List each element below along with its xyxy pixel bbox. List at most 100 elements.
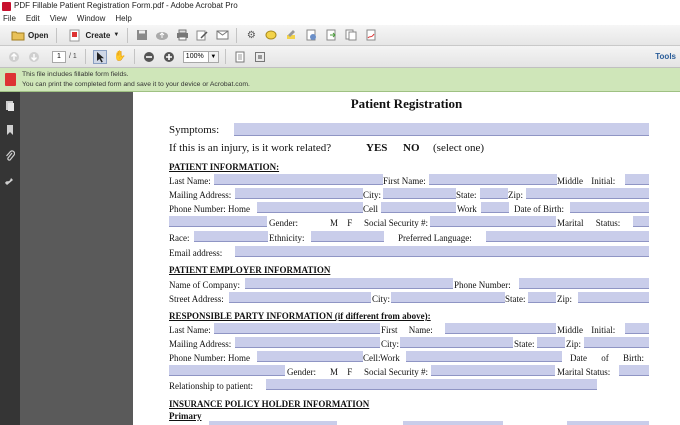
zoom-dropdown-chevron-icon[interactable]: ▼: [208, 50, 219, 63]
chevron-down-icon: ▼: [113, 32, 120, 38]
work-related-question: If this is an injury, is it work related…: [169, 142, 332, 154]
email-field[interactable]: [235, 246, 649, 257]
work-label: Work: [457, 204, 477, 214]
last-name-label: Last Name:: [169, 176, 211, 186]
zoom-in-icon[interactable]: [162, 50, 176, 64]
attachments-icon[interactable]: [4, 150, 16, 162]
date-of-birth-field[interactable]: [570, 202, 649, 213]
state-field[interactable]: [480, 188, 508, 199]
sign-icon[interactable]: [364, 28, 378, 42]
responsible-city-field[interactable]: [400, 337, 513, 348]
email-icon[interactable]: [215, 28, 229, 42]
race-field[interactable]: [194, 231, 268, 242]
cloud-upload-icon[interactable]: [155, 28, 169, 42]
employer-phone-field[interactable]: [519, 278, 649, 289]
responsible-dob-field[interactable]: [169, 365, 285, 376]
yes-option[interactable]: YES: [366, 143, 387, 154]
zip-field[interactable]: [526, 188, 649, 199]
gender-options[interactable]: M F: [330, 218, 352, 229]
gear-icon[interactable]: ⚙: [244, 28, 258, 42]
signatures-icon[interactable]: [4, 174, 16, 186]
open-button[interactable]: Open: [4, 27, 52, 44]
create-button[interactable]: Create ▼: [61, 27, 123, 44]
patient-extra-field[interactable]: [169, 216, 267, 227]
employer-city-field[interactable]: [391, 292, 505, 303]
first-name-field[interactable]: [429, 174, 557, 185]
relationship-field[interactable]: [266, 379, 597, 390]
cell-field[interactable]: [381, 202, 456, 213]
ssn-label: Social Security #:: [364, 218, 428, 228]
gender-label: Gender:: [269, 218, 298, 228]
symptoms-label: Symptoms:: [169, 124, 220, 136]
ssn-field[interactable]: [430, 216, 556, 227]
full-screen-icon[interactable]: [253, 50, 267, 64]
mailing-address-field[interactable]: [235, 188, 363, 199]
tools-link[interactable]: Tools: [655, 52, 676, 61]
responsible-last-name-field[interactable]: [214, 323, 380, 334]
main-toolbar: Open Create ▼ ⚙: [0, 25, 680, 46]
notice-line-2: You can print the completed form and sav…: [22, 81, 250, 88]
symptoms-field[interactable]: [234, 123, 649, 136]
preferred-language-field[interactable]: [486, 231, 649, 242]
marital-status-field[interactable]: [633, 216, 649, 227]
responsible-gender-label: Gender:: [287, 367, 316, 377]
company-name-field[interactable]: [245, 278, 453, 289]
highlight-icon[interactable]: [284, 28, 298, 42]
ethnicity-field[interactable]: [311, 231, 384, 242]
previous-page-icon[interactable]: [7, 50, 21, 64]
street-address-field[interactable]: [229, 292, 371, 303]
toolbar-separator: [224, 49, 226, 64]
notice-line-1: This file includes fillable form fields.: [22, 71, 129, 78]
combine-icon[interactable]: [344, 28, 358, 42]
responsible-ssn-field[interactable]: [431, 365, 555, 376]
responsible-phone-home-field[interactable]: [257, 351, 363, 362]
next-page-icon[interactable]: [27, 50, 41, 64]
navigation-toolbar: 1 / 1 ✋ 100% ▼ Tools: [0, 46, 680, 68]
page-number-input[interactable]: 1: [52, 50, 66, 63]
toolbar-separator: [127, 27, 129, 43]
employer-phone-label: Phone Number:: [454, 280, 511, 290]
phone-home-field[interactable]: [257, 202, 363, 213]
menu-help[interactable]: Help: [115, 12, 131, 25]
primary-dob-field[interactable]: [403, 421, 503, 425]
middle-initial-field[interactable]: [625, 174, 649, 185]
comment-icon[interactable]: [264, 28, 278, 42]
create-pdf-icon: [68, 28, 82, 42]
fit-page-icon[interactable]: [233, 50, 247, 64]
patient-information-heading: PATIENT INFORMATION:: [169, 162, 280, 172]
responsible-mailing-field[interactable]: [235, 337, 380, 348]
city-field[interactable]: [383, 188, 456, 199]
responsible-gender-options[interactable]: M F: [330, 367, 352, 378]
employer-zip-field[interactable]: [578, 292, 649, 303]
employer-state-field[interactable]: [528, 292, 556, 303]
primary-name-field[interactable]: [209, 421, 337, 425]
save-icon[interactable]: [135, 28, 149, 42]
export-icon[interactable]: [324, 28, 338, 42]
responsible-work-field[interactable]: [406, 351, 562, 362]
print-icon[interactable]: [175, 28, 189, 42]
hand-tool-icon[interactable]: ✋: [113, 50, 127, 64]
ethnicity-label: Ethnicity:: [269, 233, 305, 243]
menu-file[interactable]: File: [3, 12, 16, 25]
bookmarks-icon[interactable]: [4, 124, 16, 136]
menu-edit[interactable]: Edit: [26, 12, 40, 25]
page-thumbnails-icon[interactable]: [4, 100, 16, 112]
last-name-field[interactable]: [214, 174, 383, 185]
stamp-icon[interactable]: [304, 28, 318, 42]
zoom-out-icon[interactable]: [142, 50, 156, 64]
responsible-first-name-field[interactable]: [445, 323, 556, 334]
no-option[interactable]: NO: [403, 143, 420, 154]
responsible-state-field[interactable]: [537, 337, 565, 348]
responsible-zip-field[interactable]: [584, 337, 649, 348]
work-phone-field[interactable]: [481, 202, 509, 213]
menu-window[interactable]: Window: [77, 12, 105, 25]
menu-view[interactable]: View: [50, 12, 67, 25]
zoom-level-input[interactable]: 100%: [182, 50, 209, 63]
select-cursor-icon[interactable]: [92, 49, 107, 64]
responsible-middle-initial-field[interactable]: [625, 323, 649, 334]
responsible-marital-field[interactable]: [619, 365, 649, 376]
pdf-page: Patient Registration Symptoms: If this i…: [133, 92, 680, 425]
edit-icon[interactable]: [195, 28, 209, 42]
primary-ssn-field[interactable]: [567, 421, 649, 425]
company-name-label: Name of Company:: [169, 280, 240, 290]
